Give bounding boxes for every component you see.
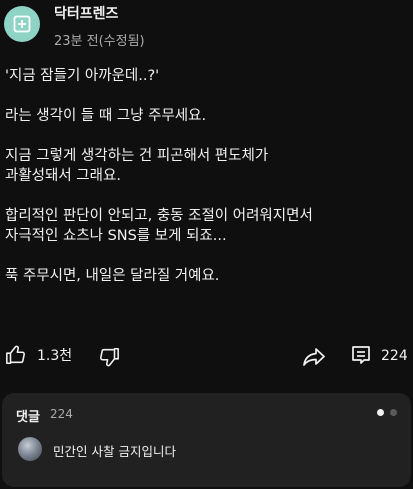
thumbs-up-icon: [6, 345, 25, 365]
comments-pager-dots: [377, 409, 397, 416]
comments-icon: [352, 346, 370, 364]
pager-dot-active: [377, 409, 384, 416]
community-post-icon: [13, 15, 31, 33]
share-icon: [303, 348, 325, 366]
post-paragraph: '지금 잠들기 아까운데..?': [5, 68, 160, 84]
thumbs-down-icon: [100, 347, 119, 367]
community-post: 닥터프렌즈 23분 전(수정됨) '지금 잠들기 아까운데..?' 라는 생각이…: [0, 0, 413, 391]
like-button[interactable]: 1.3천: [5, 344, 72, 366]
channel-avatar[interactable]: [4, 6, 40, 42]
dislike-button[interactable]: [98, 346, 120, 368]
comments-button[interactable]: 224: [351, 345, 408, 367]
post-paragraph: 지금 그렇게 생각하는 건 피곤해서 편도체가 과활성돼서 그래요.: [5, 148, 269, 184]
pager-dot: [390, 409, 397, 416]
comment-count: 224: [381, 348, 408, 364]
post-timestamp: 23분 전(수정됨): [54, 34, 145, 49]
post-body: '지금 잠들기 아까운데..?' 라는 생각이 들 때 그냥 주무세요. 지금 …: [5, 66, 405, 306]
like-count: 1.3천: [37, 348, 73, 364]
post-paragraph: 라는 생각이 들 때 그냥 주무세요.: [5, 108, 207, 124]
commenter-avatar: [18, 437, 42, 461]
comments-panel[interactable]: 댓글 224 민간인 사찰 금지입니다: [2, 393, 411, 487]
comments-count: 224: [50, 407, 73, 421]
comments-title: 댓글: [16, 410, 40, 425]
post-paragraph: 합리적인 판단이 안되고, 충동 조절이 어려워지면서 자극적인 쇼츠나 SNS…: [5, 208, 313, 244]
post-paragraph: 푹 주무시면, 내일은 달라질 거예요.: [5, 268, 220, 284]
post-actions: 1.3천 224: [0, 342, 413, 372]
share-button[interactable]: [302, 346, 326, 368]
top-comment-text: 민간인 사찰 금지입니다: [53, 444, 176, 459]
channel-name[interactable]: 닥터프렌즈: [54, 3, 118, 23]
